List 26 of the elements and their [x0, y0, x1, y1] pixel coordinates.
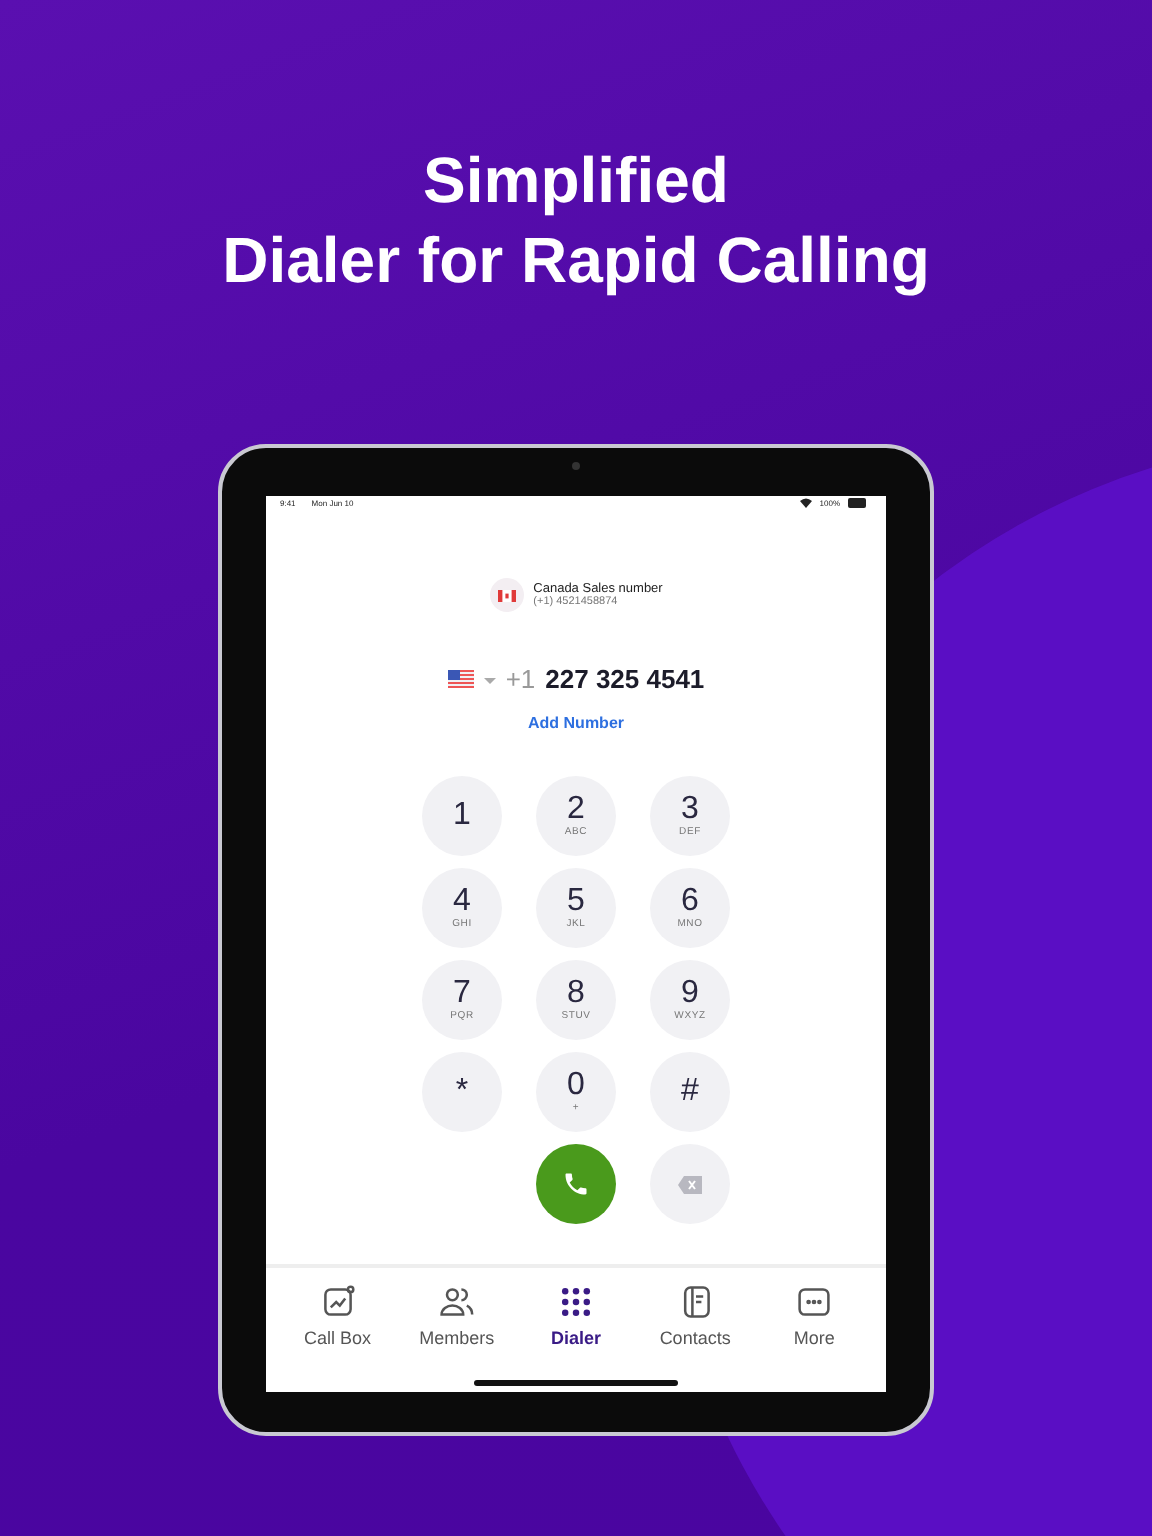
- phone-icon: [562, 1170, 590, 1198]
- dialpad-icon: [557, 1283, 594, 1320]
- more-icon: [796, 1283, 833, 1320]
- chart-icon: [319, 1283, 356, 1320]
- wifi-icon: [799, 498, 812, 510]
- dial-key[interactable]: *: [422, 1052, 502, 1132]
- canada-flag-icon: [489, 578, 524, 612]
- add-number-link[interactable]: Add Number: [528, 712, 624, 736]
- dropdown-caret-icon: [483, 677, 496, 683]
- tab[interactable]: Call Box: [281, 1283, 394, 1353]
- backspace-button[interactable]: [650, 1144, 730, 1224]
- call-button[interactable]: [536, 1144, 616, 1224]
- tab[interactable]: Dialer: [519, 1283, 632, 1353]
- country-code: +1: [505, 662, 536, 699]
- tab[interactable]: More: [758, 1283, 871, 1353]
- people-icon: [438, 1283, 475, 1320]
- camera-icon: [572, 462, 580, 470]
- tab[interactable]: Contacts: [639, 1283, 752, 1353]
- battery-icon: [848, 498, 868, 510]
- backspace-icon: [678, 1175, 702, 1193]
- dial-key[interactable]: 1: [422, 776, 502, 856]
- dial-key[interactable]: #: [650, 1052, 730, 1132]
- tab[interactable]: Members: [400, 1283, 513, 1353]
- headline-line: Simplified: [421, 142, 731, 220]
- headline-line: Dialer for Rapid Calling: [222, 222, 930, 300]
- phone-number-field: 227 325 4541: [545, 660, 705, 700]
